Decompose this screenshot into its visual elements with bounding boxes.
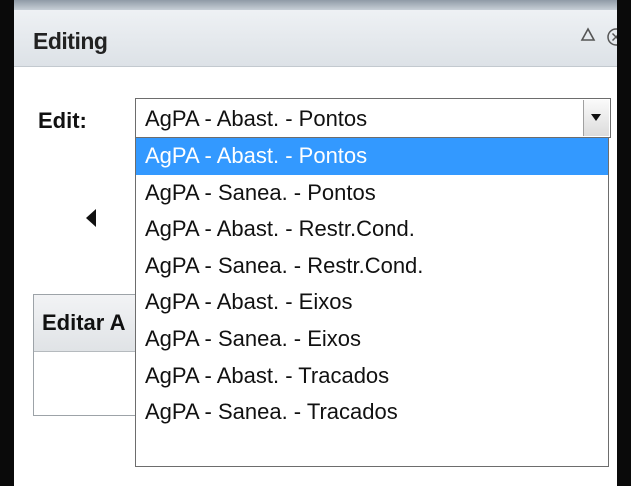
edit-layer-select[interactable]: AgPA - Abast. - Pontos bbox=[135, 98, 611, 138]
left-arrow-icon[interactable] bbox=[84, 207, 98, 234]
edit-layer-select-value: AgPA - Abast. - Pontos bbox=[145, 106, 368, 131]
background-strip bbox=[14, 0, 617, 10]
edit-layer-dropdown-list[interactable]: AgPA - Abast. - Pontos AgPA - Sanea. - Po… bbox=[135, 137, 609, 467]
collapse-icon[interactable] bbox=[580, 27, 596, 48]
editar-section-title: Editar A bbox=[42, 310, 126, 335]
edit-label: Edit: bbox=[38, 108, 87, 133]
dropdown-toggle-button[interactable] bbox=[583, 100, 609, 136]
dropdown-option[interactable]: AgPA - Abast. - Tracados bbox=[136, 358, 608, 395]
dropdown-option[interactable]: AgPA - Sanea. - Restr.Cond. bbox=[136, 248, 608, 285]
window-edge-left bbox=[0, 0, 14, 486]
dropdown-option[interactable]: AgPA - Sanea. - Tracados bbox=[136, 394, 608, 431]
panel-title: Editing bbox=[33, 28, 108, 54]
window-edge-right bbox=[617, 0, 631, 486]
dropdown-option[interactable]: AgPA - Abast. - Eixos bbox=[136, 284, 608, 321]
close-icon[interactable] bbox=[607, 27, 617, 52]
editing-panel: Editing Edit: AgPA - Abast. - Pontos Edi… bbox=[14, 10, 617, 486]
chevron-down-icon bbox=[591, 114, 601, 121]
dropdown-option[interactable]: AgPA - Abast. - Pontos bbox=[136, 138, 608, 175]
dropdown-option[interactable]: AgPA - Abast. - Restr.Cond. bbox=[136, 211, 608, 248]
dropdown-option[interactable]: AgPA - Sanea. - Pontos bbox=[136, 175, 608, 212]
panel-titlebar: Editing bbox=[14, 10, 617, 67]
dropdown-option[interactable]: AgPA - Sanea. - Eixos bbox=[136, 321, 608, 358]
